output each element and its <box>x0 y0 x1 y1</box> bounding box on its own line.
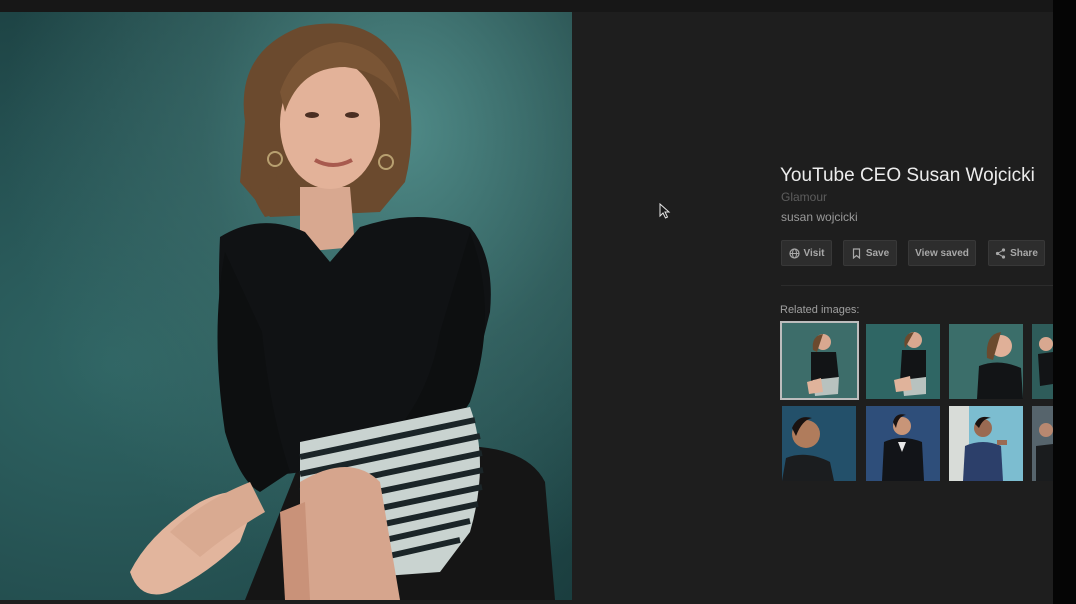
save-button[interactable]: Save <box>843 240 897 266</box>
related-image-thumbnail[interactable] <box>780 321 859 400</box>
top-bar <box>0 0 1076 12</box>
view-saved-button[interactable]: View saved <box>908 240 976 266</box>
globe-icon <box>788 247 800 259</box>
related-image-thumbnail[interactable] <box>949 324 1023 399</box>
related-image-thumbnail[interactable] <box>866 406 940 481</box>
mouse-cursor-icon <box>659 202 671 224</box>
panel-divider <box>781 285 1053 286</box>
related-image-thumbnail[interactable] <box>866 324 940 399</box>
view-saved-label: View saved <box>915 247 969 259</box>
related-image-thumbnail[interactable] <box>782 406 856 481</box>
share-button[interactable]: Share <box>988 240 1045 266</box>
main-preview-image[interactable] <box>0 12 572 600</box>
share-icon <box>995 247 1006 259</box>
visit-label: Visit <box>803 247 825 259</box>
window-edge <box>1053 0 1076 604</box>
save-label: Save <box>865 247 890 259</box>
search-query[interactable]: susan wojcicki <box>781 210 858 224</box>
image-source[interactable]: Glamour <box>781 190 827 204</box>
related-images-label: Related images: <box>780 304 860 316</box>
related-image-thumbnail[interactable] <box>949 406 1023 481</box>
image-title[interactable]: YouTube CEO Susan Wojcicki <box>780 165 1035 187</box>
visit-button[interactable]: Visit <box>781 240 832 266</box>
related-image-thumbnail[interactable] <box>1032 324 1053 399</box>
share-label: Share <box>1010 247 1038 259</box>
bookmark-icon <box>851 247 862 259</box>
related-image-thumbnail[interactable] <box>1032 406 1053 481</box>
